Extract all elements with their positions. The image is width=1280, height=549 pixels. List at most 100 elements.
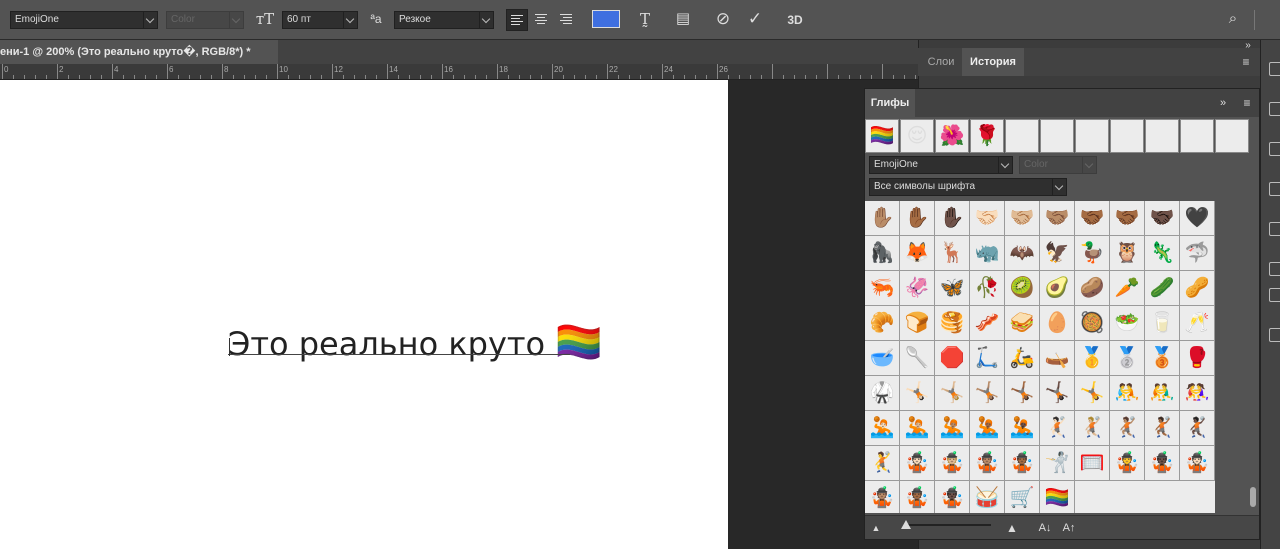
glyph-cell[interactable]: 🦏 (970, 236, 1005, 271)
align-left-button[interactable] (506, 9, 528, 31)
glyph-cell[interactable]: 🦌 (935, 236, 970, 271)
increase-size-icon[interactable]: A↑ (1059, 518, 1079, 538)
tab-history[interactable]: История (962, 48, 1024, 76)
glyph-cell[interactable]: 🤽🏽 (935, 411, 970, 446)
large-mountain-icon[interactable]: ▲ (1003, 518, 1021, 538)
font-size-select[interactable]: 60 пт (282, 11, 358, 29)
glyph-size-slider-knob[interactable] (901, 520, 911, 529)
document-tab[interactable]: ени-1 @ 200% (Это реально круто�, RGB/8*… (0, 40, 278, 64)
horizontal-ruler[interactable]: 0 2 4 6 8 10 12 14 16 18 20 22 24 26 (0, 64, 918, 80)
warp-text-icon[interactable]: T̰ (634, 9, 656, 29)
glyph-cell[interactable]: 🥕 (1110, 271, 1145, 306)
glyph-cell[interactable]: 🤝🏿 (1145, 201, 1180, 236)
properties-icon[interactable] (1269, 62, 1280, 76)
glyph-cell[interactable]: 🦊 (900, 236, 935, 271)
recent-glyph-cell[interactable]: 🌹 (970, 119, 1004, 153)
3d-icon[interactable] (1269, 182, 1280, 196)
tools-icon[interactable] (1269, 142, 1280, 156)
glyph-cell[interactable]: 🤸🏾 (1005, 376, 1040, 411)
decrease-size-icon[interactable]: A↓ (1035, 518, 1055, 538)
3d-button[interactable]: 3D (784, 10, 806, 30)
glyph-cell[interactable]: ✋🏽 (865, 201, 900, 236)
glyph-cell[interactable]: 🤽🏻 (865, 411, 900, 446)
glyph-cell[interactable]: ✋🏿 (935, 201, 970, 236)
glyph-cell[interactable]: 🤽🏾 (970, 411, 1005, 446)
glyph-cell[interactable]: 🦎 (1145, 236, 1180, 271)
glyph-cell[interactable]: 🦐 (865, 271, 900, 306)
libraries-icon[interactable] (1269, 288, 1280, 302)
canvas[interactable] (0, 80, 728, 549)
glyph-cell[interactable]: 🤸🏽 (970, 376, 1005, 411)
glyph-cell[interactable]: 🥔 (1075, 271, 1110, 306)
glyphs-subset-select[interactable]: Все символы шрифта (869, 178, 1067, 196)
glyph-cell[interactable]: 🤸🏿 (1040, 376, 1075, 411)
glyph-cell[interactable]: 🥁 (970, 481, 1005, 513)
glyph-cell[interactable]: 🤾🏻 (1040, 411, 1075, 446)
glyph-cell[interactable]: 🥄 (900, 341, 935, 376)
antialias-select[interactable]: Резкое (394, 11, 494, 29)
glyph-cell[interactable]: 🥊 (1180, 341, 1215, 376)
panels-toggle-icon[interactable]: ▤ (672, 9, 694, 29)
glyph-cell[interactable]: 🦇 (1005, 236, 1040, 271)
glyph-cell[interactable]: 🤸 (1075, 376, 1110, 411)
glyph-cell[interactable]: 🛵 (1005, 341, 1040, 376)
glyph-cell[interactable]: 🥞 (935, 306, 970, 341)
glyph-cell[interactable]: 🦑 (900, 271, 935, 306)
glyph-cell[interactable]: 🤹🏽 (865, 481, 900, 513)
glyph-cell[interactable]: 🤹🏾 (1005, 446, 1040, 481)
glyph-size-slider[interactable] (905, 524, 991, 526)
glyph-cell[interactable]: 🤾🏽 (1110, 411, 1145, 446)
glyph-cell[interactable]: 🤝🏽 (1040, 201, 1075, 236)
glyph-cell[interactable]: 🤹🏿 (935, 481, 970, 513)
search-icon[interactable]: ⌕ (1222, 9, 1244, 29)
glyph-cell[interactable]: ✋🏾 (900, 201, 935, 236)
panel-menu-icon[interactable]: ≡ (1238, 52, 1254, 72)
double-chevron-icon[interactable]: » (1215, 93, 1231, 113)
glyph-cell[interactable]: 🤾🏿 (1180, 411, 1215, 446)
glyph-cell[interactable]: 🛒 (1005, 481, 1040, 513)
recent-glyph-cell[interactable] (1145, 119, 1179, 153)
glyph-cell[interactable]: 🥋 (865, 376, 900, 411)
glyph-cell[interactable]: 🥜 (1180, 271, 1215, 306)
glyph-cell[interactable]: 🤹🏽 (970, 446, 1005, 481)
glyph-cell[interactable]: 🥚 (1040, 306, 1075, 341)
glyph-cell[interactable]: 🤹🏼 (935, 446, 970, 481)
paragraph-icon[interactable] (1269, 328, 1280, 342)
recent-glyph-cell[interactable]: 🏳️‍🌈 (865, 119, 899, 153)
glyph-cell[interactable]: 🦍 (865, 236, 900, 271)
glyph-cell[interactable]: 🥉 (1145, 341, 1180, 376)
glyphs-font-style-select[interactable]: Color (1019, 156, 1097, 174)
glyph-cell[interactable]: 🤽🏼 (900, 411, 935, 446)
glyph-cell[interactable]: 🤹🏻 (900, 446, 935, 481)
glyph-cell[interactable]: 🖤 (1180, 201, 1215, 236)
tab-layers[interactable]: Слои (922, 48, 960, 76)
glyph-cell[interactable]: 🍞 (900, 306, 935, 341)
glyph-cell[interactable]: 🤹🏿 (1145, 446, 1180, 481)
glyph-cell[interactable]: 🤽🏿 (1005, 411, 1040, 446)
glyph-cell[interactable]: 🤝🏾 (1075, 201, 1110, 236)
recent-glyph-cell[interactable] (1040, 119, 1074, 153)
glyph-cell[interactable]: 🤼 (1110, 376, 1145, 411)
glyph-cell[interactable]: 🥀 (970, 271, 1005, 306)
glyph-cell[interactable]: 🤝🏻 (970, 201, 1005, 236)
glyph-cell[interactable]: 🤼‍♀️ (1180, 376, 1215, 411)
glyph-cell[interactable]: 🥅 (1075, 446, 1110, 481)
glyph-cell[interactable]: 🛴 (970, 341, 1005, 376)
glyph-cell[interactable]: 🤸🏼 (935, 376, 970, 411)
glyphs-font-family-select[interactable]: EmojiOne (869, 156, 1013, 174)
glyph-cell[interactable]: 🥑 (1040, 271, 1075, 306)
small-mountain-icon[interactable]: ▲ (869, 518, 883, 538)
glyph-cell[interactable]: 🥐 (865, 306, 900, 341)
glyphs-scrollbar-thumb[interactable] (1250, 487, 1256, 507)
glyph-cell[interactable]: 🤹🏻 (1180, 446, 1215, 481)
glyph-cell[interactable]: 🛑 (935, 341, 970, 376)
recent-glyph-cell[interactable] (1005, 119, 1039, 153)
glyph-cell[interactable]: 🦋 (935, 271, 970, 306)
glyphs-scrollbar[interactable] (1249, 201, 1259, 513)
recent-glyph-cell[interactable]: 🌺 (935, 119, 969, 153)
glyph-cell[interactable]: 🦈 (1180, 236, 1215, 271)
adjustments-icon[interactable] (1269, 222, 1280, 236)
recent-glyph-cell[interactable] (1075, 119, 1109, 153)
glyph-cell[interactable]: 🦅 (1040, 236, 1075, 271)
align-right-button[interactable] (556, 9, 578, 31)
